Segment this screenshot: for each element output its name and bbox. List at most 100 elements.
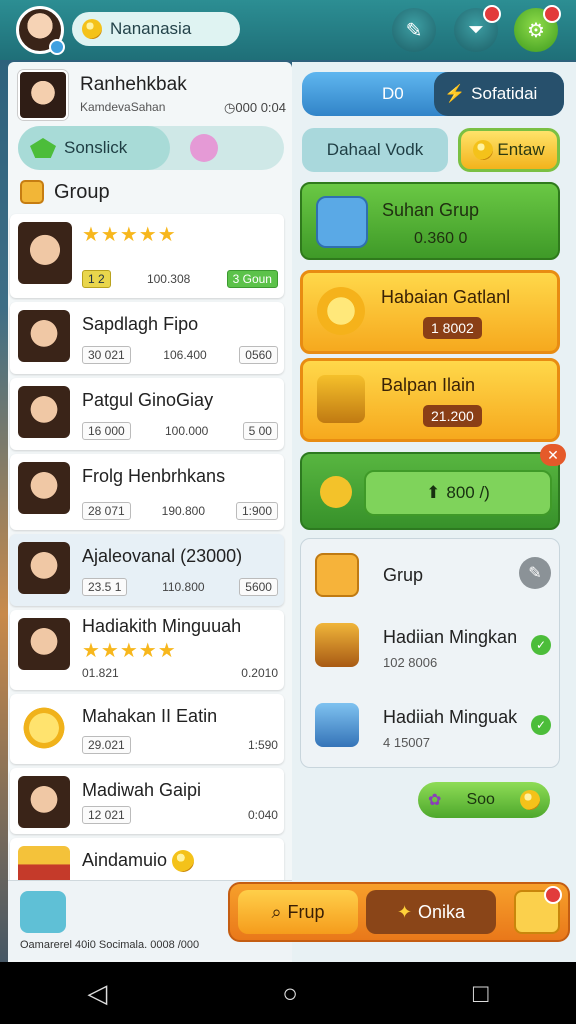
group-card[interactable]: Suhan Grup 0.360 0 [300,182,560,260]
list-item[interactable]: Sapdlagh Fipo 30 021 106.400 0560 [10,302,284,374]
secondary-button[interactable]: Dahaal Vodk [302,128,448,172]
item-value: 190.800 [161,504,206,518]
list-item[interactable]: Patgul GinoGiay 16 000 100.000 5 00 [10,378,284,450]
item-tag: 0.2010 [241,666,278,680]
list-item[interactable]: Hadiakith Minguuah ★★★★★ 01.821 0.2010 [10,610,284,690]
toggle-right-button[interactable]: ⚡ Sofatidai [434,72,564,116]
action-button-label: 800 /) [446,483,490,502]
item-left: 01.821 [82,666,119,680]
member-avatar [18,776,70,828]
group-heading: Group [20,180,110,204]
pencil-icon: ✎ [405,19,423,42]
reward-card-price: 21.200 [423,405,482,427]
user-avatar[interactable] [16,6,65,55]
profile-stat: ◷000 0:04 [224,100,286,115]
list-item[interactable]: ★★★★★ 1 2 100.308 3 Goun [10,214,284,298]
recents-icon[interactable]: □ [473,978,489,1009]
item-title-text: Aindamuio [82,850,168,870]
username: Nananasia [110,19,192,38]
group-icon [20,180,44,204]
reward-card[interactable]: Balpan Ilain 21.200 [300,358,560,442]
lightning-icon: ⚡ [444,84,466,103]
item-title: Madiwah Gaipi [82,780,202,800]
group-button[interactable]: ⌕ Frup [238,890,358,934]
close-button[interactable]: ✕ [540,444,566,466]
reward-card-price: 1 8002 [423,317,482,339]
toggle-right-label: Sofatidai [471,84,538,103]
item-value: 106.400 [163,348,207,362]
shield-icon [316,196,368,248]
notification-button[interactable]: ⏷ [454,5,501,52]
heart-icon [315,553,359,597]
enter-button[interactable]: Entaw [458,128,560,172]
list-item[interactable]: Madiwah Gaipi 12 021 0:040 [10,768,284,834]
edit-button[interactable]: ✎ [392,8,436,52]
check-icon: ✓ [531,715,551,735]
check-icon: ✓ [531,635,551,655]
item-value: 100.308 [146,272,191,286]
item-value: 110.800 [162,580,205,594]
rating-stars: ★★★★★ [82,224,177,246]
item-title: Ajaleovanal (23000) [82,546,243,566]
list-item[interactable]: Mahakan II Eatin 29.021 1:590 [10,694,284,764]
item-stats: 28 071 190.800 1:900 [82,502,278,520]
tab-bar: Sonslick [18,126,284,170]
level-tag: 1 2 [82,270,111,288]
item-title: Patgul GinoGiay [82,390,214,410]
item-tag: 5600 [239,578,278,596]
item-stats: 01.821 0.2010 [82,666,278,680]
list-item[interactable]: Ajaleovanal (23000) 23.5 1 110.800 5600 [10,534,284,606]
list-item[interactable]: Frolg Henbrhkans 28 071 190.800 1:900 [10,454,284,530]
top-toggle[interactable]: D0 ⚡ Sofatidai [302,72,564,116]
reward-card[interactable]: Habaian Gatlanl 1 8002 [300,270,560,354]
pencil-tool-button[interactable] [514,886,562,934]
settings-button[interactable]: ⚙ [514,5,561,52]
right-panel: D0 ⚡ Sofatidai Dahaal Vodk Entaw Suhan G… [292,62,576,962]
member-avatar [18,542,70,594]
online-button-label: Onika [418,901,466,922]
tab-potion-icon[interactable] [190,134,218,162]
tab-active[interactable]: Sonslick [18,126,170,170]
tool-badge [544,886,562,904]
tab-label: Sonslick [64,138,128,157]
notification-badge [483,5,501,23]
member-avatar [18,222,72,284]
edit-group-button[interactable]: ✎ [519,557,551,589]
gear-icon [320,476,352,508]
username-pill[interactable]: Nananasia [72,12,240,46]
item-tag: 5 00 [242,422,278,440]
toggle-left-text: D0 [382,84,404,103]
reward-row-title: Hadiian Mingkan [383,627,518,647]
online-button[interactable]: ✦ Onika [366,890,496,934]
item-left: 29.021 [82,736,131,754]
item-title: Aindamuio [82,850,195,873]
reward-card-title: Balpan Ilain [381,375,476,395]
ribbon-icon: ✦ [396,901,413,922]
item-left: 12 021 [82,806,131,824]
action-card: ⬆ 800 /) ✕ [300,444,566,530]
bell-icon: ⏷ [468,18,484,41]
item-value: 100.000 [164,424,209,438]
item-title: Mahakan II Eatin [82,706,218,726]
reward-row-value: 4 15007 [383,735,430,750]
pencil-icon: ✎ [528,565,542,582]
status-tag: 3 Goun [226,270,278,288]
see-button[interactable]: ✿ Soo [418,782,550,818]
home-button[interactable] [20,891,66,933]
system-nav-bar: ◁ ○ □ [0,962,576,1024]
member-avatar [18,462,70,514]
coin-icon [18,702,70,754]
item-title: Sapdlagh Fipo [82,314,199,334]
footer-text: Oamarerel 40i0 Socimala. 0008 /000 [20,939,200,951]
profile-row[interactable]: Ranhehkbak KamdevaSahan ◷000 0:04 [18,70,288,120]
group-button-label: Frup [287,901,325,922]
action-button[interactable]: ⬆ 800 /) [364,470,552,516]
member-avatar [18,310,70,362]
reward-row-title: Hadiiah Minguak [383,707,518,727]
home-icon[interactable]: ○ [282,978,298,1009]
item-tag: 0560 [239,346,278,364]
back-icon[interactable]: ◁ [87,978,107,1009]
item-stats: 16 000 100.000 5 00 [82,422,278,440]
flower-icon: ✿ [428,792,442,809]
profile-avatar [18,70,68,120]
